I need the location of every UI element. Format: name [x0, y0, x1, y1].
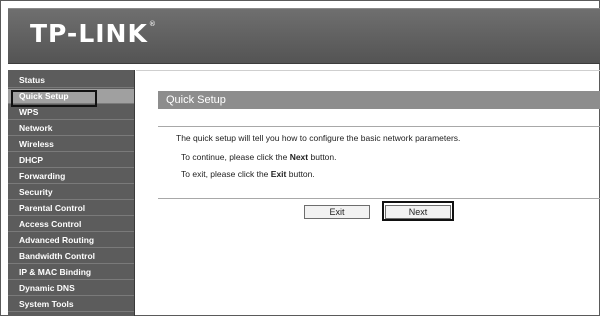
sidebar-item-ip-mac-binding[interactable]: IP & MAC Binding — [8, 265, 134, 280]
sidebar-item-wps[interactable]: WPS — [8, 105, 134, 120]
continue-instruction: To continue, please click the Next butto… — [181, 152, 337, 162]
sidebar-item-parental-control[interactable]: Parental Control — [8, 201, 134, 216]
content-top-border — [136, 70, 600, 71]
sidebar-item-system-tools[interactable]: System Tools — [8, 297, 134, 312]
sidebar-item-access-control[interactable]: Access Control — [8, 217, 134, 232]
intro-text: The quick setup will tell you how to con… — [176, 133, 461, 143]
sidebar-item-bandwidth-control[interactable]: Bandwidth Control — [8, 249, 134, 264]
brand-logo: TP-LINK® — [30, 19, 157, 48]
next-highlight — [382, 201, 454, 221]
quick-setup-highlight — [11, 90, 97, 107]
header-bar: TP-LINK® — [8, 8, 600, 64]
sidebar-item-security[interactable]: Security — [8, 185, 134, 200]
sidebar-item-forwarding[interactable]: Forwarding — [8, 169, 134, 184]
sidebar-item-advanced-routing[interactable]: Advanced Routing — [8, 233, 134, 248]
sidebar-item-dynamic-dns[interactable]: Dynamic DNS — [8, 281, 134, 296]
exit-instruction: To exit, please click the Exit button. — [181, 169, 315, 179]
divider-top — [158, 126, 600, 127]
sidebar-item-dhcp[interactable]: DHCP — [8, 153, 134, 168]
sidebar-item-wireless[interactable]: Wireless — [8, 137, 134, 152]
page-title: Quick Setup — [158, 91, 600, 109]
sidebar-item-status[interactable]: Status — [8, 73, 134, 88]
exit-button[interactable]: Exit — [304, 205, 370, 219]
divider-bottom — [158, 198, 600, 199]
sidebar-item-network[interactable]: Network — [8, 121, 134, 136]
